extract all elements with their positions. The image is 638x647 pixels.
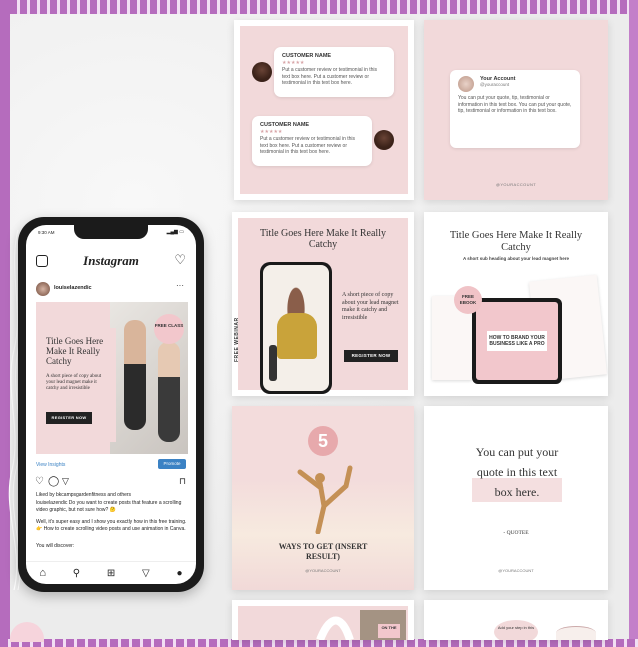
home-icon[interactable]: ⌂ <box>39 567 46 579</box>
number-badge: 5 <box>308 426 338 456</box>
frame-top-border <box>0 0 638 14</box>
caption-text: louiselazendic Do you want to create pos… <box>36 500 182 513</box>
quote-footer: @YOURACCOUNT <box>498 568 534 573</box>
yoga-pose-silhouette <box>297 465 353 534</box>
quote-text: You can put your quote in this text box … <box>472 442 562 502</box>
review-box-2: CUSTOMER NAME ★★★★★ Put a customer revie… <box>252 116 372 166</box>
ways-title: WAYS TO GET (INSERT RESULT) <box>278 542 368 561</box>
avatar <box>374 130 394 150</box>
activity-icon[interactable]: ▽ <box>142 568 150 579</box>
on-the-badge: ON THE <box>378 624 400 638</box>
bookmark-icon[interactable]: ⊓ <box>179 476 186 487</box>
phone-mockup: 9:30 AM ▂▄▆ ▭ Instagram ♡ louiselazendic… <box>18 217 204 592</box>
avatar[interactable] <box>36 282 50 296</box>
frame-right-border <box>629 0 638 647</box>
quote-author: - QUOTEE <box>503 530 529 536</box>
free-ebook-badge: FREE EBOOK <box>454 286 482 314</box>
webinar-side-label: FREE WEBINAR <box>234 317 240 362</box>
frame-bottom-border <box>0 639 638 647</box>
review-text: Put a customer review or testimonial in … <box>282 67 378 86</box>
ways-footer: @YOURACCOUNT <box>305 568 341 573</box>
review-text: Put a customer review or testimonial in … <box>260 136 356 155</box>
post-image[interactable]: FREE CLASS Title Goes Here Make It Reall… <box>36 302 188 454</box>
account-footer: @YOURACCOUNT <box>495 182 537 187</box>
partial-card-left[interactable]: ON THE <box>232 600 414 640</box>
ebook-subtitle: A short sub heading about your lead magn… <box>462 256 570 261</box>
webinar-card[interactable]: Title Goes Here Make It Really Catchy FR… <box>232 212 414 396</box>
more-icon[interactable]: ··· <box>176 281 184 290</box>
caption-text: You will discover: <box>36 543 75 549</box>
phone-mockup <box>260 262 332 394</box>
ebook-card[interactable]: Title Goes Here Make It Really Catchy A … <box>424 212 608 396</box>
microphone-icon <box>269 345 277 381</box>
review-box-1: CUSTOMER NAME ★★★★★ Put a customer revie… <box>274 47 394 97</box>
app-title: Instagram <box>83 253 139 268</box>
heart-icon[interactable]: ♡ <box>174 252 186 268</box>
caption-text: Well, it's super easy and I show you exa… <box>36 519 187 532</box>
webinar-title: Title Goes Here Make It Really Catchy <box>260 228 386 250</box>
partial-card-right[interactable]: Add your step in this <box>424 600 608 640</box>
comment-icon[interactable]: ◯ <box>48 476 59 487</box>
free-class-badge: FREE CLASS <box>154 314 184 344</box>
like-icon[interactable]: ♡ <box>35 476 44 487</box>
avatar <box>458 76 474 92</box>
customer-name: CUSTOMER NAME <box>282 53 332 59</box>
rating-stars: ★★★★★ <box>282 60 305 66</box>
document-pages <box>556 626 596 640</box>
bottom-nav: ⌂ ⚲ ⊞ ▽ ● <box>26 561 196 584</box>
decorative-swirl <box>316 616 354 640</box>
liked-by-text: Liked by bkcampsgardenfitness and others <box>36 492 132 498</box>
status-time: 9:30 AM <box>38 230 55 235</box>
customer-name: CUSTOMER NAME <box>260 122 310 128</box>
share-icon[interactable]: ▽ <box>62 476 69 487</box>
step-bubble: Add your step in this <box>494 620 538 640</box>
tablet-mockup: HOW TO BRAND YOUR BUSINESS LIKE A PRO <box>472 298 562 384</box>
account-text: You can put your quote, tip, testimonial… <box>458 95 572 114</box>
username[interactable]: louiselazendic <box>54 285 92 291</box>
status-icons: ▂▄▆ ▭ <box>166 229 184 235</box>
ebook-title: Title Goes Here Make It Really Catchy <box>449 230 583 253</box>
account-card[interactable]: Your Account @youraccount You can put yo… <box>424 20 608 200</box>
rating-stars: ★★★★★ <box>260 129 283 135</box>
avatar <box>252 62 272 82</box>
register-now-button[interactable]: REGISTER NOW <box>344 350 398 362</box>
post-title: Title Goes Here Make It Really Catchy <box>46 336 104 366</box>
add-post-icon[interactable]: ⊞ <box>107 568 115 579</box>
view-insights-link[interactable]: View Insights <box>36 462 65 468</box>
promote-button[interactable]: Promote <box>158 459 186 469</box>
search-icon[interactable]: ⚲ <box>73 568 80 579</box>
account-handle: @youraccount <box>480 82 510 87</box>
tablet-text: HOW TO BRAND YOUR BUSINESS LIKE A PRO <box>487 331 547 351</box>
review-card[interactable]: CUSTOMER NAME ★★★★★ Put a customer revie… <box>234 20 414 200</box>
quote-card[interactable]: You can put your quote in this text box … <box>424 406 608 590</box>
post-body: A short piece of copy about your lead ma… <box>46 374 102 391</box>
instagram-screen: 9:30 AM ▂▄▆ ▭ Instagram ♡ louiselazendic… <box>26 225 196 584</box>
profile-icon[interactable]: ● <box>177 568 183 579</box>
yoga-person <box>124 320 146 430</box>
ways-card[interactable]: 5 WAYS TO GET (INSERT RESULT) @YOURACCOU… <box>232 406 414 590</box>
webinar-body: A short piece of copy about your lead ma… <box>342 292 399 321</box>
phone-notch <box>74 225 148 239</box>
register-now-button[interactable]: REGISTER NOW <box>46 412 92 424</box>
yoga-person <box>158 342 180 442</box>
